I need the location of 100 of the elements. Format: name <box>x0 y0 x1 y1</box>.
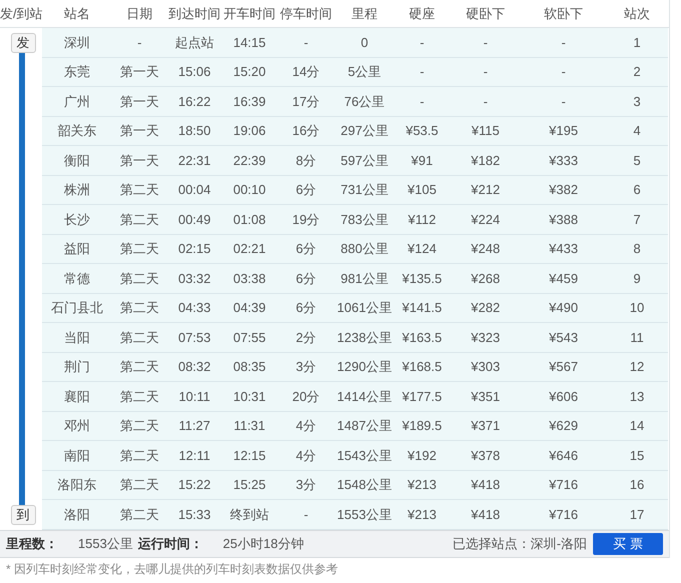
departure-time: 08:35 <box>232 358 267 376</box>
stop-number: 4 <box>632 122 642 140</box>
column-header: 日期 <box>126 4 154 23</box>
stop-duration: 6分 <box>294 181 318 199</box>
hard-seat-price: ¥192 <box>406 446 438 464</box>
departure-time: 10:31 <box>232 388 267 406</box>
station-name: 洛阳东 <box>56 476 98 494</box>
buy-ticket-button[interactable]: 买 票 <box>593 532 663 554</box>
arrival-time: 02:15 <box>177 240 212 258</box>
stop-number: 16 <box>628 476 646 494</box>
soft-sleeper-price: - <box>560 92 567 110</box>
date-cell-text: 第一天 <box>119 63 160 81</box>
hard-sleeper-price: ¥115 <box>470 122 500 140</box>
hard-sleeper-price: ¥224 <box>470 210 501 228</box>
departure-time: 02:21 <box>232 240 267 258</box>
stop-number: 1 <box>632 34 642 52</box>
station-name: 南阳 <box>63 446 91 464</box>
arrival-time: 00:49 <box>177 210 212 228</box>
hard-seat-price: ¥213 <box>406 476 438 494</box>
stop-number: 14 <box>628 417 646 435</box>
arrival-time: 起点站 <box>174 34 215 52</box>
hard-seat-price: ¥124 <box>406 240 438 258</box>
soft-sleeper-price: ¥388 <box>548 210 579 228</box>
distance-cell-text: 5公里 <box>346 63 382 81</box>
arrival-time: 15:33 <box>177 506 212 524</box>
column-header: 里程 <box>350 4 378 23</box>
departure-time: 15:25 <box>232 476 267 494</box>
date-cell-text: 第二天 <box>119 506 160 524</box>
column-header: 到达时间 <box>168 4 222 23</box>
date-cell-text: 第二天 <box>119 328 160 346</box>
distance-cell-text: 1553公里 <box>336 506 393 524</box>
station-name: 荆门 <box>63 358 91 376</box>
date-cell-text: 第二天 <box>119 240 160 258</box>
date-cell-text: 第二天 <box>119 358 160 376</box>
distance-cell-text: 981公里 <box>340 270 390 288</box>
column-header: 硬卧下 <box>465 4 506 23</box>
stop-duration: 3分 <box>294 358 318 376</box>
date-cell-text: 第二天 <box>119 181 160 199</box>
hard-sleeper-price: ¥323 <box>470 328 501 346</box>
stop-duration: - <box>302 506 310 524</box>
departure-time: 07:55 <box>232 328 267 346</box>
hard-sleeper-price: ¥418 <box>470 506 501 524</box>
distance-cell-text: 76公里 <box>343 92 386 110</box>
soft-sleeper-price: ¥567 <box>548 358 579 376</box>
departure-time: 01:08 <box>232 210 267 228</box>
stop-number: 3 <box>632 92 642 110</box>
arrival-time: 10:11 <box>178 388 212 406</box>
station-name: 广州 <box>63 92 91 110</box>
distance-cell-text: 1414公里 <box>336 388 393 406</box>
hard-sleeper-price: ¥378 <box>470 446 501 464</box>
station-name: 东莞 <box>63 63 91 81</box>
departure-time: 00:10 <box>232 181 267 199</box>
hard-sleeper-price: ¥268 <box>470 270 501 288</box>
station-name: 衡阳 <box>63 152 91 170</box>
stop-number: 13 <box>628 388 646 406</box>
column-header: 站次 <box>623 4 651 23</box>
distance-cell-text: 731公里 <box>340 181 390 199</box>
stop-duration: 14分 <box>291 63 321 81</box>
station-name: 常德 <box>63 270 91 288</box>
departure-time: 12:15 <box>232 446 267 464</box>
arrival-time: 22:31 <box>177 152 212 170</box>
arrival-time: 15:22 <box>177 476 212 494</box>
soft-sleeper-price: ¥333 <box>548 152 579 170</box>
distance-cell-text: 1543公里 <box>336 446 393 464</box>
hard-sleeper-price: ¥303 <box>470 358 501 376</box>
distance-cell-text: 880公里 <box>340 240 390 258</box>
station-name: 洛阳 <box>63 506 91 524</box>
station-tag: 发 <box>10 32 36 53</box>
arrival-time: 18:50 <box>177 122 212 140</box>
arrival-time: 07:53 <box>177 328 212 346</box>
stop-duration: 6分 <box>294 270 318 288</box>
station-name: 邓州 <box>63 417 91 435</box>
departure-time: 04:39 <box>232 299 267 317</box>
column-header: 站名 <box>63 4 91 23</box>
station-name: 当阳 <box>63 328 91 346</box>
hard-sleeper-price: - <box>482 63 489 81</box>
arrival-time: 00:04 <box>177 181 212 199</box>
hard-sleeper-price: ¥351 <box>470 388 501 406</box>
departure-time: 16:39 <box>232 92 267 110</box>
date-cell-text: 第二天 <box>119 270 160 288</box>
stop-number: 7 <box>632 210 642 228</box>
station-name: 深圳 <box>63 34 91 52</box>
soft-sleeper-price: ¥629 <box>548 417 579 435</box>
arrival-time: 08:32 <box>177 358 212 376</box>
station-name: 韶关东 <box>56 122 98 140</box>
departure-time: 03:38 <box>232 270 267 288</box>
distance-cell-text: 1548公里 <box>336 476 393 494</box>
hard-sleeper-price: ¥212 <box>470 181 501 199</box>
hard-sleeper-price: - <box>482 92 489 110</box>
stop-duration: 6分 <box>294 299 318 317</box>
stop-duration: 4分 <box>294 417 318 435</box>
hard-seat-price: ¥177.5 <box>401 388 443 406</box>
stop-duration: 3分 <box>294 476 318 494</box>
hard-sleeper-price: ¥248 <box>470 240 501 258</box>
stop-number: 5 <box>632 152 642 170</box>
hard-sleeper-price: ¥418 <box>470 476 501 494</box>
arrival-time: 04:33 <box>177 299 212 317</box>
date-cell-text: 第一天 <box>119 152 160 170</box>
disclaimer-note: * 因列车时刻经常变化，去哪儿提供的列车时刻表数据仅供参考 <box>6 562 340 576</box>
date-cell-text: 第二天 <box>119 476 160 494</box>
